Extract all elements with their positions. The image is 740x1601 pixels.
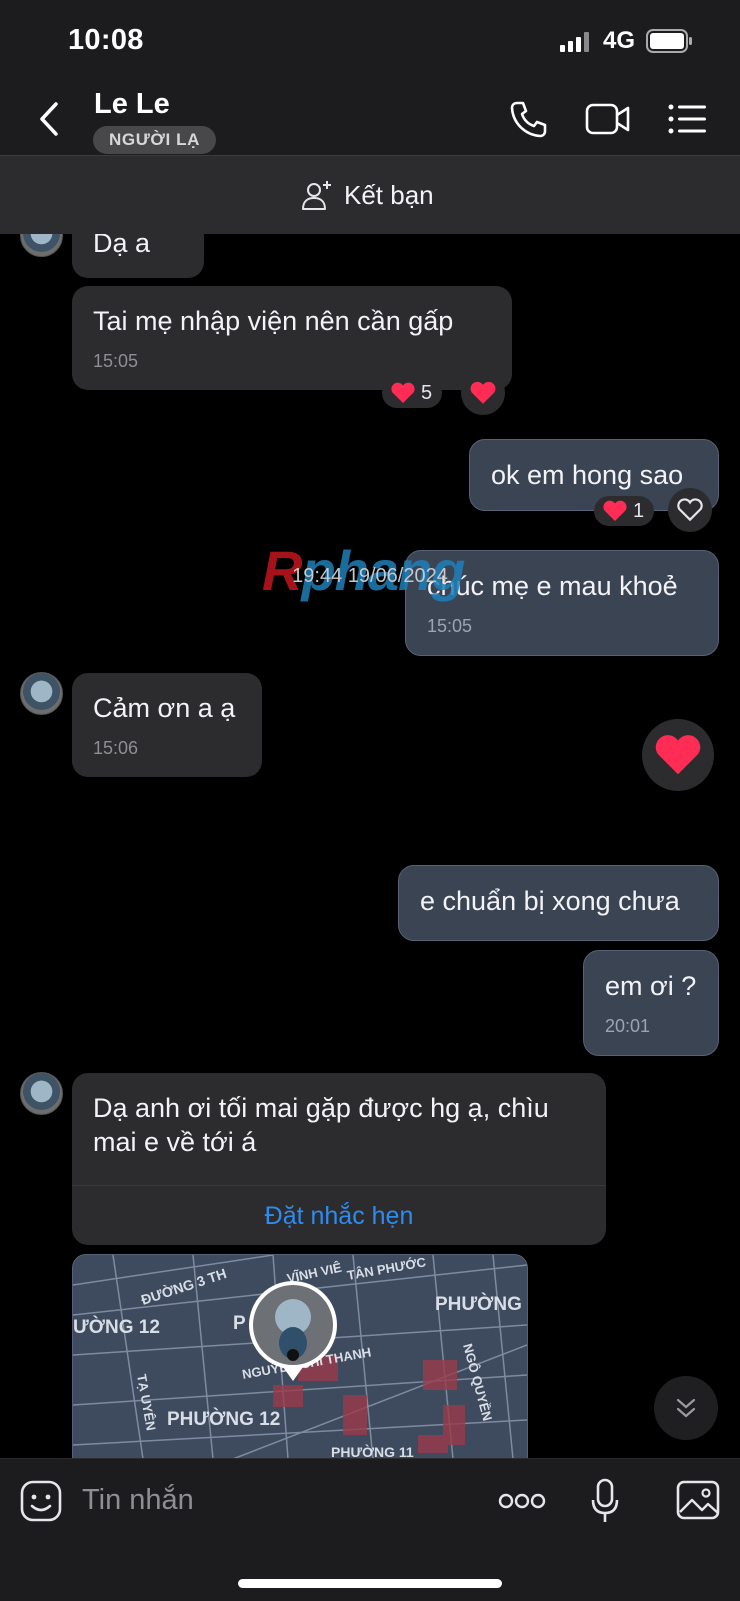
message-bubble[interactable]: e chuẩn bị xong chưa bbox=[398, 865, 719, 941]
map-label: NGÔ QUYỀN bbox=[460, 1342, 495, 1423]
signal-icon bbox=[560, 32, 589, 52]
message-bubble[interactable]: Dạ anh ơi tối mai gặp được hg ạ, chìu ma… bbox=[72, 1073, 606, 1245]
map-label: P bbox=[233, 1313, 246, 1334]
add-user-icon bbox=[302, 181, 331, 210]
map-image: ĐƯỜNG 3 TH VĨNH VIÊ TÂN PHƯỚC PHƯỜNG ƯỜN… bbox=[73, 1255, 527, 1459]
message-bubble[interactable]: Dạ a bbox=[72, 234, 204, 278]
message-text: Cảm ơn a ạ bbox=[93, 693, 236, 723]
contact-avatar[interactable] bbox=[20, 1072, 63, 1115]
message-bubble[interactable]: Cảm ơn a ạ 15:06 bbox=[72, 673, 262, 777]
map-label: PHƯỜNG 11 bbox=[331, 1443, 414, 1459]
message-input[interactable]: Tin nhắn bbox=[82, 1478, 462, 1522]
stranger-badge: NGƯỜI LẠ bbox=[93, 126, 217, 154]
location-map-card[interactable]: ĐƯỜNG 3 TH VĨNH VIÊ TÂN PHƯỚC PHƯỜNG ƯỜN… bbox=[72, 1254, 528, 1460]
map-label: PHƯỜNG bbox=[435, 1293, 522, 1315]
map-label: ĐƯỜNG 3 TH bbox=[139, 1264, 229, 1308]
double-chevron-down-icon bbox=[676, 1398, 696, 1418]
contact-avatar[interactable] bbox=[20, 234, 63, 257]
message-text: ok em hong sao bbox=[491, 460, 684, 490]
bubble-divider bbox=[72, 1185, 606, 1186]
scroll-to-bottom-button[interactable] bbox=[654, 1376, 718, 1440]
reaction-count: 5 bbox=[421, 381, 433, 404]
message-bubble[interactable]: em ơi ? 20:01 bbox=[583, 950, 719, 1056]
message-bubble[interactable]: Tai mẹ nhập viện nên cần gấp 15:05 bbox=[72, 286, 512, 390]
message-text: em ơi ? bbox=[605, 971, 697, 1001]
heart-icon bbox=[603, 500, 627, 521]
microphone-icon[interactable] bbox=[590, 1478, 620, 1524]
message-time: 15:05 bbox=[427, 616, 473, 636]
reaction-count: 1 bbox=[633, 499, 645, 522]
set-reminder-link[interactable]: Đặt nhắc hẹn bbox=[72, 1199, 606, 1233]
menu-list-icon[interactable] bbox=[668, 103, 706, 135]
network-type: 4G bbox=[603, 27, 636, 54]
message-text: Dạ a bbox=[93, 234, 151, 258]
message-time: 15:06 bbox=[93, 738, 139, 758]
reaction-summary[interactable]: 1 bbox=[594, 496, 655, 526]
message-text: Dạ anh ơi tối mai gặp được hg ạ, chìu ma… bbox=[93, 1093, 549, 1157]
quick-heart-reaction[interactable] bbox=[642, 719, 714, 791]
add-friend-button[interactable]: Kết bạn bbox=[300, 175, 434, 215]
add-friend-label: Kết bạn bbox=[344, 179, 434, 210]
message-text: Tai mẹ nhập viện nên cần gấp bbox=[93, 306, 454, 336]
map-label: PHƯỜNG 12 bbox=[167, 1408, 280, 1430]
heart-icon bbox=[655, 735, 701, 775]
contact-name[interactable]: Le Le bbox=[94, 88, 170, 121]
heart-icon bbox=[391, 382, 415, 403]
image-gallery-icon[interactable] bbox=[676, 1480, 720, 1520]
heart-icon bbox=[470, 381, 496, 404]
message-text: e chuẩn bị xong chưa bbox=[420, 886, 680, 916]
contact-avatar[interactable] bbox=[20, 672, 63, 715]
sticker-icon[interactable] bbox=[20, 1480, 62, 1522]
phone-call-icon[interactable] bbox=[508, 99, 548, 139]
map-label: ƯỜNG 12 bbox=[73, 1316, 160, 1338]
video-call-icon[interactable] bbox=[585, 101, 631, 137]
react-button[interactable] bbox=[668, 488, 712, 532]
home-indicator bbox=[238, 1579, 502, 1588]
message-time: 20:01 bbox=[605, 1016, 651, 1036]
date-divider: 19:44 19/06/2024 bbox=[292, 565, 448, 587]
reaction-summary[interactable]: 5 bbox=[382, 378, 443, 408]
battery-icon bbox=[646, 29, 692, 53]
message-time: 15:05 bbox=[93, 351, 139, 371]
status-time: 10:08 bbox=[68, 24, 144, 56]
react-button[interactable] bbox=[461, 371, 505, 415]
map-label: TÂN PHƯỚC bbox=[346, 1255, 428, 1283]
more-options-icon[interactable] bbox=[498, 1488, 546, 1514]
back-arrow-icon[interactable] bbox=[36, 100, 64, 138]
heart-outline-icon bbox=[677, 498, 703, 522]
